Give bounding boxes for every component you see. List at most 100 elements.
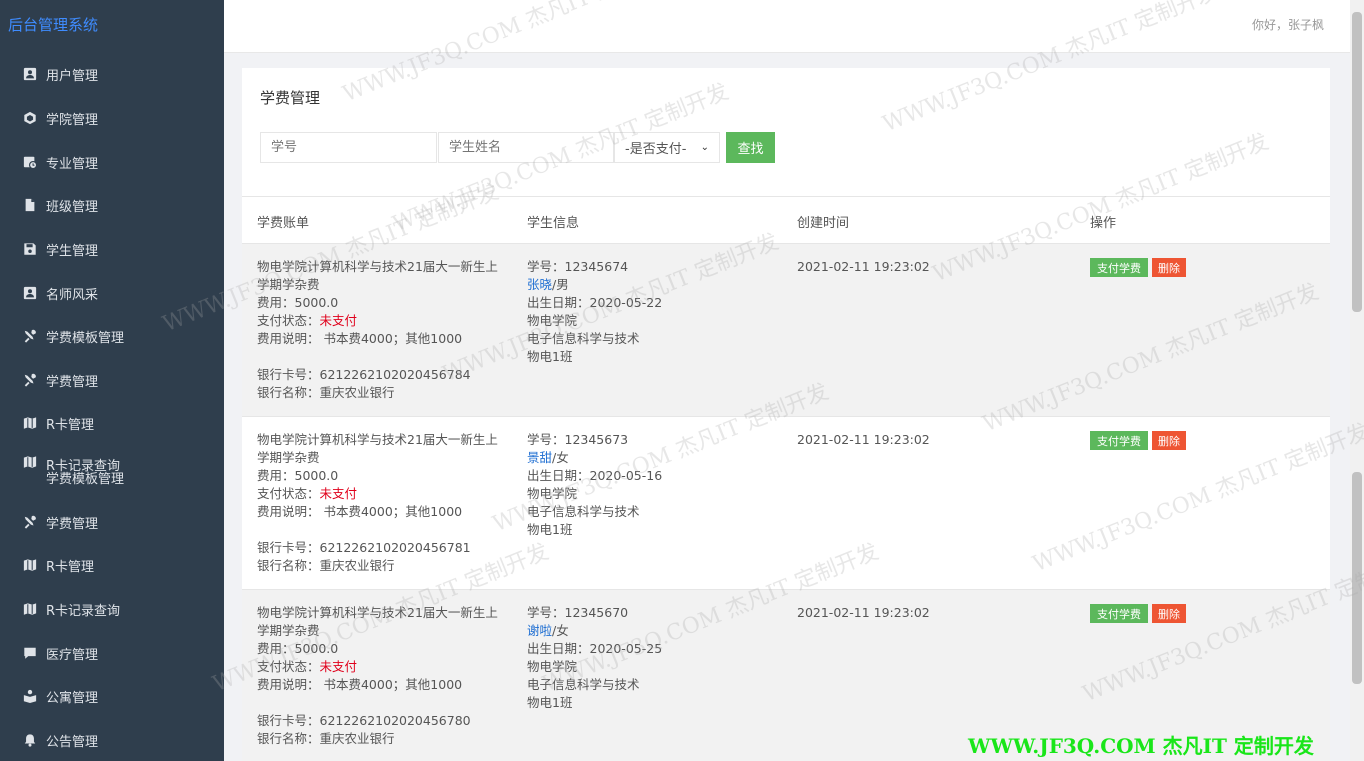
delete-button[interactable]: 删除 [1152,258,1186,277]
map-icon [22,601,38,617]
sidebar-item-label: 医疗管理 [46,647,99,663]
student-college: 物电学院 [527,659,578,674]
find-button[interactable]: 查找 [726,132,775,163]
student-major: 电子信息科学与技术 [527,504,640,519]
bill-title: 物电学院计算机科学与技术21届大一新生上 [257,259,498,274]
sidebar-item-label: 用户管理 [46,68,99,84]
student-cell: 学号：12345670 谢啦/女 出生日期：2020-05-25 物电学院 电子… [527,604,662,712]
scrollbar-thumb[interactable] [1352,12,1362,312]
column-header: 学费账单 [257,216,310,231]
student-major: 电子信息科学与技术 [527,331,640,346]
sidebar-item-rcard-records-2[interactable]: R卡记录查询 [0,589,224,629]
created-time: 2021-02-11 19:23:02 [797,432,930,447]
book-user-icon [22,688,38,704]
sidebar-item-rcard-2[interactable]: R卡管理 [0,545,224,585]
paid-select[interactable]: -是否支付- ⌄ [614,132,720,163]
sidebar-item-label: 学生管理 [46,243,99,259]
sidebar-item-dorm[interactable]: 公寓管理 [0,676,224,716]
row-actions: 支付学费 删除 [1090,431,1186,450]
table-row: 物电学院计算机科学与技术21届大一新生上 学期学杂费 费用：5000.0 支付状… [242,417,1330,590]
column-header: 操作 [1090,216,1117,231]
sidebar-item-fees[interactable]: 学费管理 [0,360,224,400]
student-no: 学号：12345670 [527,605,629,620]
column-header: 学生信息 [527,216,580,231]
table-row: 物电学院计算机科学与技术21届大一新生上 学期学杂费 费用：5000.0 支付状… [242,590,1330,761]
chevron-down-icon: ⌄ [700,142,709,153]
sidebar-item-notice[interactable]: 公告管理 [0,720,224,760]
student-name-link[interactable]: 张晓 [527,277,552,292]
bill-cell: 物电学院计算机科学与技术21届大一新生上 学期学杂费 费用：5000.0 支付状… [257,258,498,402]
top-header: 你好，张子枫 [224,0,1350,53]
student-college: 物电学院 [527,486,578,501]
row-actions: 支付学费 删除 [1090,604,1186,623]
save-icon [22,241,38,257]
sidebar-item-fees-2[interactable]: 学费管理 [0,502,224,542]
student-name-line: 谢啦/女 [527,622,662,640]
student-no-input[interactable] [260,132,437,163]
scrollbar-thumb-2[interactable] [1352,472,1362,684]
map-icon [22,454,38,470]
bill-title: 物电学院计算机科学与技术21届大一新生上 [257,432,498,447]
pay-fee-button[interactable]: 支付学费 [1090,604,1148,623]
document-icon [22,197,38,213]
map-icon [22,557,38,573]
sidebar-item-rcard-records[interactable]: R卡记录查询 学费模板管理 [0,447,224,487]
page-scrollbar[interactable] [1350,0,1364,761]
user-greeting[interactable]: 你好，张子枫 [1252,16,1324,33]
fee-description: 费用说明： 书本费4000；其他1000 [257,504,463,519]
created-time: 2021-02-11 19:23:02 [797,605,930,620]
sidebar-item-label: 公寓管理 [46,690,99,706]
student-college: 物电学院 [527,313,578,328]
student-major: 电子信息科学与技术 [527,677,640,692]
student-gender: /女 [552,450,569,465]
sidebar-item-label: R卡记录查询 [46,603,121,619]
content-panel: 学费管理 -是否支付- ⌄ 查找 学费账单 学生信息 创建时间 操作 物电学院计… [242,68,1330,761]
sidebar-item-medical[interactable]: 医疗管理 [0,633,224,673]
delete-button[interactable]: 删除 [1152,431,1186,450]
student-cell: 学号：12345674 张晓/男 出生日期：2020-05-22 物电学院 电子… [527,258,662,366]
student-birth: 出生日期：2020-05-25 [527,641,663,656]
sidebar-item-fee-template[interactable]: 学费模板管理 [0,316,224,356]
sidebar-item-major[interactable]: 专业管理 [0,142,224,182]
tools-icon [22,372,38,388]
tools-icon [22,328,38,344]
created-time: 2021-02-11 19:23:02 [797,259,930,274]
sidebar-item-class[interactable]: 班级管理 [0,185,224,225]
student-class: 物电1班 [527,522,573,537]
sidebar-item-students[interactable]: 学生管理 [0,229,224,269]
student-birth: 出生日期：2020-05-16 [527,468,663,483]
student-name-link[interactable]: 景甜 [527,450,552,465]
sidebar-item-label: 学费管理 [46,374,99,390]
sidebar-item-label: 名师风采 [46,287,99,303]
sidebar-item-rcard[interactable]: R卡管理 [0,403,224,443]
sidebar-item-label: 公告管理 [46,734,99,750]
student-birth: 出生日期：2020-05-22 [527,295,663,310]
sidebar-item-teachers[interactable]: 名师风采 [0,273,224,313]
tools-icon [22,514,38,530]
pay-status-label: 支付状态： [257,659,320,674]
pay-status-label: 支付状态： [257,313,320,328]
student-class: 物电1班 [527,349,573,364]
student-gender: /女 [552,623,569,638]
bill-title-cont: 学期学杂费 [257,277,320,292]
student-name-link[interactable]: 谢啦 [527,623,552,638]
sidebar-item-label: 学费模板管理 [46,330,125,346]
sidebar-item-label: 学院管理 [46,112,99,128]
delete-button[interactable]: 删除 [1152,604,1186,623]
bill-fee: 费用：5000.0 [257,295,339,310]
sidebar-item-college[interactable]: 学院管理 [0,98,224,138]
sidebar-item-users[interactable]: 用户管理 [0,54,224,94]
pay-fee-button[interactable]: 支付学费 [1090,431,1148,450]
user-card-icon [22,285,38,301]
pay-status: 支付状态：未支付 [257,312,498,330]
cube-icon [22,110,38,126]
pay-fee-button[interactable]: 支付学费 [1090,258,1148,277]
bank-name: 银行名称：重庆农业银行 [257,731,395,746]
sidebar-item-label: 班级管理 [46,199,99,215]
student-name-input[interactable] [438,132,614,163]
sidebar-item-label: 专业管理 [46,156,99,172]
fee-description: 费用说明： 书本费4000；其他1000 [257,677,463,692]
row-actions: 支付学费 删除 [1090,258,1186,277]
student-class: 物电1班 [527,695,573,710]
brand-title[interactable]: 后台管理系统 [8,14,98,35]
